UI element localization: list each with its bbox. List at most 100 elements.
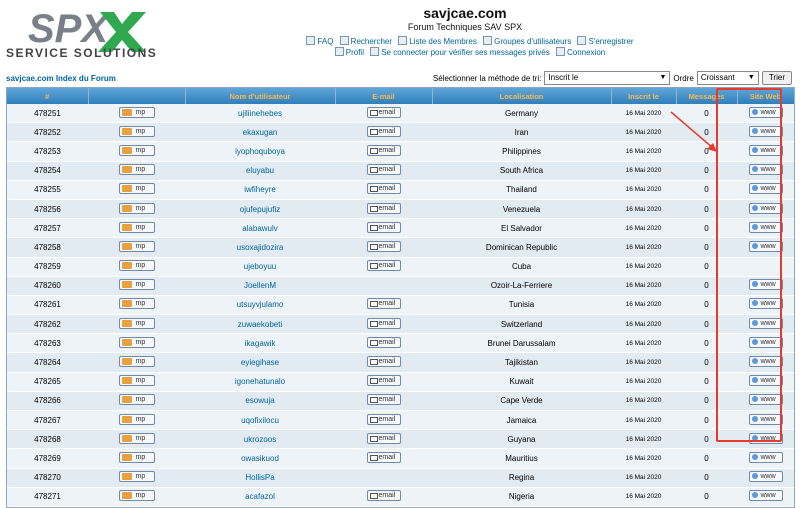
email-button[interactable]: email xyxy=(366,183,401,195)
email-button[interactable]: email xyxy=(366,202,401,214)
website-button[interactable]: www xyxy=(748,317,783,329)
nav-register[interactable]: S'enregistrer xyxy=(577,36,634,46)
pm-button[interactable]: mp xyxy=(118,336,155,348)
website-button[interactable]: www xyxy=(748,298,783,310)
email-button[interactable]: email xyxy=(366,490,401,502)
nav-profile[interactable]: Profil xyxy=(334,47,364,57)
email-button[interactable]: email xyxy=(366,164,401,176)
nav-members[interactable]: Liste des Membres xyxy=(398,36,477,46)
pm-button[interactable]: mp xyxy=(118,432,155,444)
pm-button[interactable]: mp xyxy=(118,240,155,252)
email-button[interactable]: email xyxy=(366,260,401,272)
website-button[interactable]: www xyxy=(748,125,783,137)
username-link[interactable]: ekaxugan xyxy=(185,122,335,143)
username-link[interactable]: uqofixilocu xyxy=(185,410,335,431)
email-button[interactable]: email xyxy=(366,106,401,118)
pm-button[interactable]: mp xyxy=(118,317,155,329)
nav-faq[interactable]: FAQ xyxy=(306,36,333,46)
email-button[interactable]: email xyxy=(366,356,401,368)
username-link[interactable]: usoxajidozira xyxy=(185,237,335,258)
username-link[interactable]: ujiliinehebes xyxy=(185,104,335,124)
sort-button[interactable]: Trier xyxy=(761,71,792,85)
email-button[interactable]: email xyxy=(366,394,401,406)
website-button[interactable]: www xyxy=(748,490,783,502)
pm-button[interactable]: mp xyxy=(118,202,155,214)
email-button[interactable]: email xyxy=(366,240,401,252)
website-button[interactable]: www xyxy=(748,279,783,291)
pm-button[interactable]: mp xyxy=(118,144,155,156)
pm-button[interactable]: mp xyxy=(118,413,155,425)
col-username[interactable]: Nom d'utilisateur xyxy=(185,88,336,104)
website-button[interactable]: www xyxy=(748,336,783,348)
email-button[interactable]: email xyxy=(366,144,401,156)
username-link[interactable]: igonehatunalo xyxy=(185,372,335,392)
breadcrumb[interactable]: savjcae.com Index du Forum xyxy=(6,74,116,83)
email-button[interactable]: email xyxy=(366,451,401,463)
nav-groups[interactable]: Groupes d'utilisateurs xyxy=(483,36,571,46)
col-email[interactable]: E-mail xyxy=(335,88,433,104)
col-id[interactable]: # xyxy=(7,88,89,104)
pm-button[interactable]: mp xyxy=(118,221,155,233)
nav-search[interactable]: Rechercher xyxy=(339,36,392,46)
username-link[interactable]: eluyabu xyxy=(185,161,335,181)
pm-button[interactable]: mp xyxy=(118,279,155,291)
sort-method-select[interactable]: Inscrit le ▼ xyxy=(544,71,671,85)
website-button[interactable]: www xyxy=(748,164,783,176)
pm-button[interactable]: mp xyxy=(118,394,155,406)
email-button[interactable]: email xyxy=(366,432,401,444)
email-button[interactable]: email xyxy=(366,413,401,425)
pm-button[interactable]: mp xyxy=(118,471,155,483)
pm-button[interactable]: mp xyxy=(118,356,155,368)
username-link[interactable]: ukrozoos xyxy=(185,429,335,450)
username-link[interactable]: acafazol xyxy=(185,487,335,507)
username-link[interactable]: iyophoquboya xyxy=(185,141,335,162)
username-link[interactable]: utsuyvjulamo xyxy=(185,295,335,316)
username-link[interactable]: owasikuod xyxy=(185,448,335,469)
email-button[interactable]: email xyxy=(366,336,401,348)
email-button[interactable]: email xyxy=(366,221,401,233)
col-location[interactable]: Localisation xyxy=(432,88,612,104)
website-button[interactable]: www xyxy=(748,394,783,406)
username-link[interactable]: esowuja xyxy=(185,391,335,412)
pm-button[interactable]: mp xyxy=(118,183,155,195)
pm-button[interactable]: mp xyxy=(118,375,155,387)
col-posts[interactable]: Messages xyxy=(676,88,738,104)
username-link[interactable]: eyiegihase xyxy=(185,352,335,373)
website-button[interactable]: www xyxy=(748,471,783,483)
pm-button[interactable]: mp xyxy=(118,125,155,137)
email-button[interactable]: email xyxy=(366,125,401,137)
email-button[interactable]: email xyxy=(366,317,401,329)
website-button[interactable]: www xyxy=(748,183,783,195)
username-link[interactable]: HollisPa xyxy=(185,468,335,488)
website-button[interactable]: www xyxy=(748,221,783,233)
col-website[interactable]: Site Web xyxy=(737,88,795,104)
username-link[interactable]: ojufepujufiz xyxy=(185,199,335,220)
website-button[interactable]: www xyxy=(748,432,783,444)
website-button[interactable]: www xyxy=(748,375,783,387)
username-link[interactable]: alabawulv xyxy=(185,218,335,239)
nav-messages[interactable]: Se connecter pour vérifier ses messages … xyxy=(370,47,550,57)
nav-login[interactable]: Connexion xyxy=(555,47,605,57)
username-link[interactable]: ujeboyuu xyxy=(185,257,335,277)
pm-button[interactable]: mp xyxy=(118,490,155,502)
pm-button[interactable]: mp xyxy=(118,451,155,463)
email-button[interactable]: email xyxy=(366,298,401,310)
username-link[interactable]: iwfiheyre xyxy=(185,180,335,200)
username-link[interactable]: JoellenM xyxy=(185,276,335,296)
website-button[interactable]: www xyxy=(748,356,783,368)
pm-button[interactable]: mp xyxy=(118,298,155,310)
pm-button[interactable]: mp xyxy=(118,260,155,272)
website-button[interactable]: www xyxy=(748,106,783,118)
username-link[interactable]: ikagawik xyxy=(185,333,335,354)
pm-button[interactable]: mp xyxy=(118,106,155,118)
pm-button[interactable]: mp xyxy=(118,164,155,176)
sort-order-select[interactable]: Croissant ▼ xyxy=(696,71,759,85)
website-button[interactable]: www xyxy=(748,451,783,463)
website-button[interactable]: www xyxy=(748,240,783,252)
website-button[interactable]: www xyxy=(748,413,783,425)
website-button[interactable]: www xyxy=(748,202,783,214)
username-link[interactable]: zuwaekobeti xyxy=(185,314,335,335)
col-joined[interactable]: Inscrit le xyxy=(611,88,677,104)
website-button[interactable]: www xyxy=(748,144,783,156)
email-button[interactable]: email xyxy=(366,375,401,387)
